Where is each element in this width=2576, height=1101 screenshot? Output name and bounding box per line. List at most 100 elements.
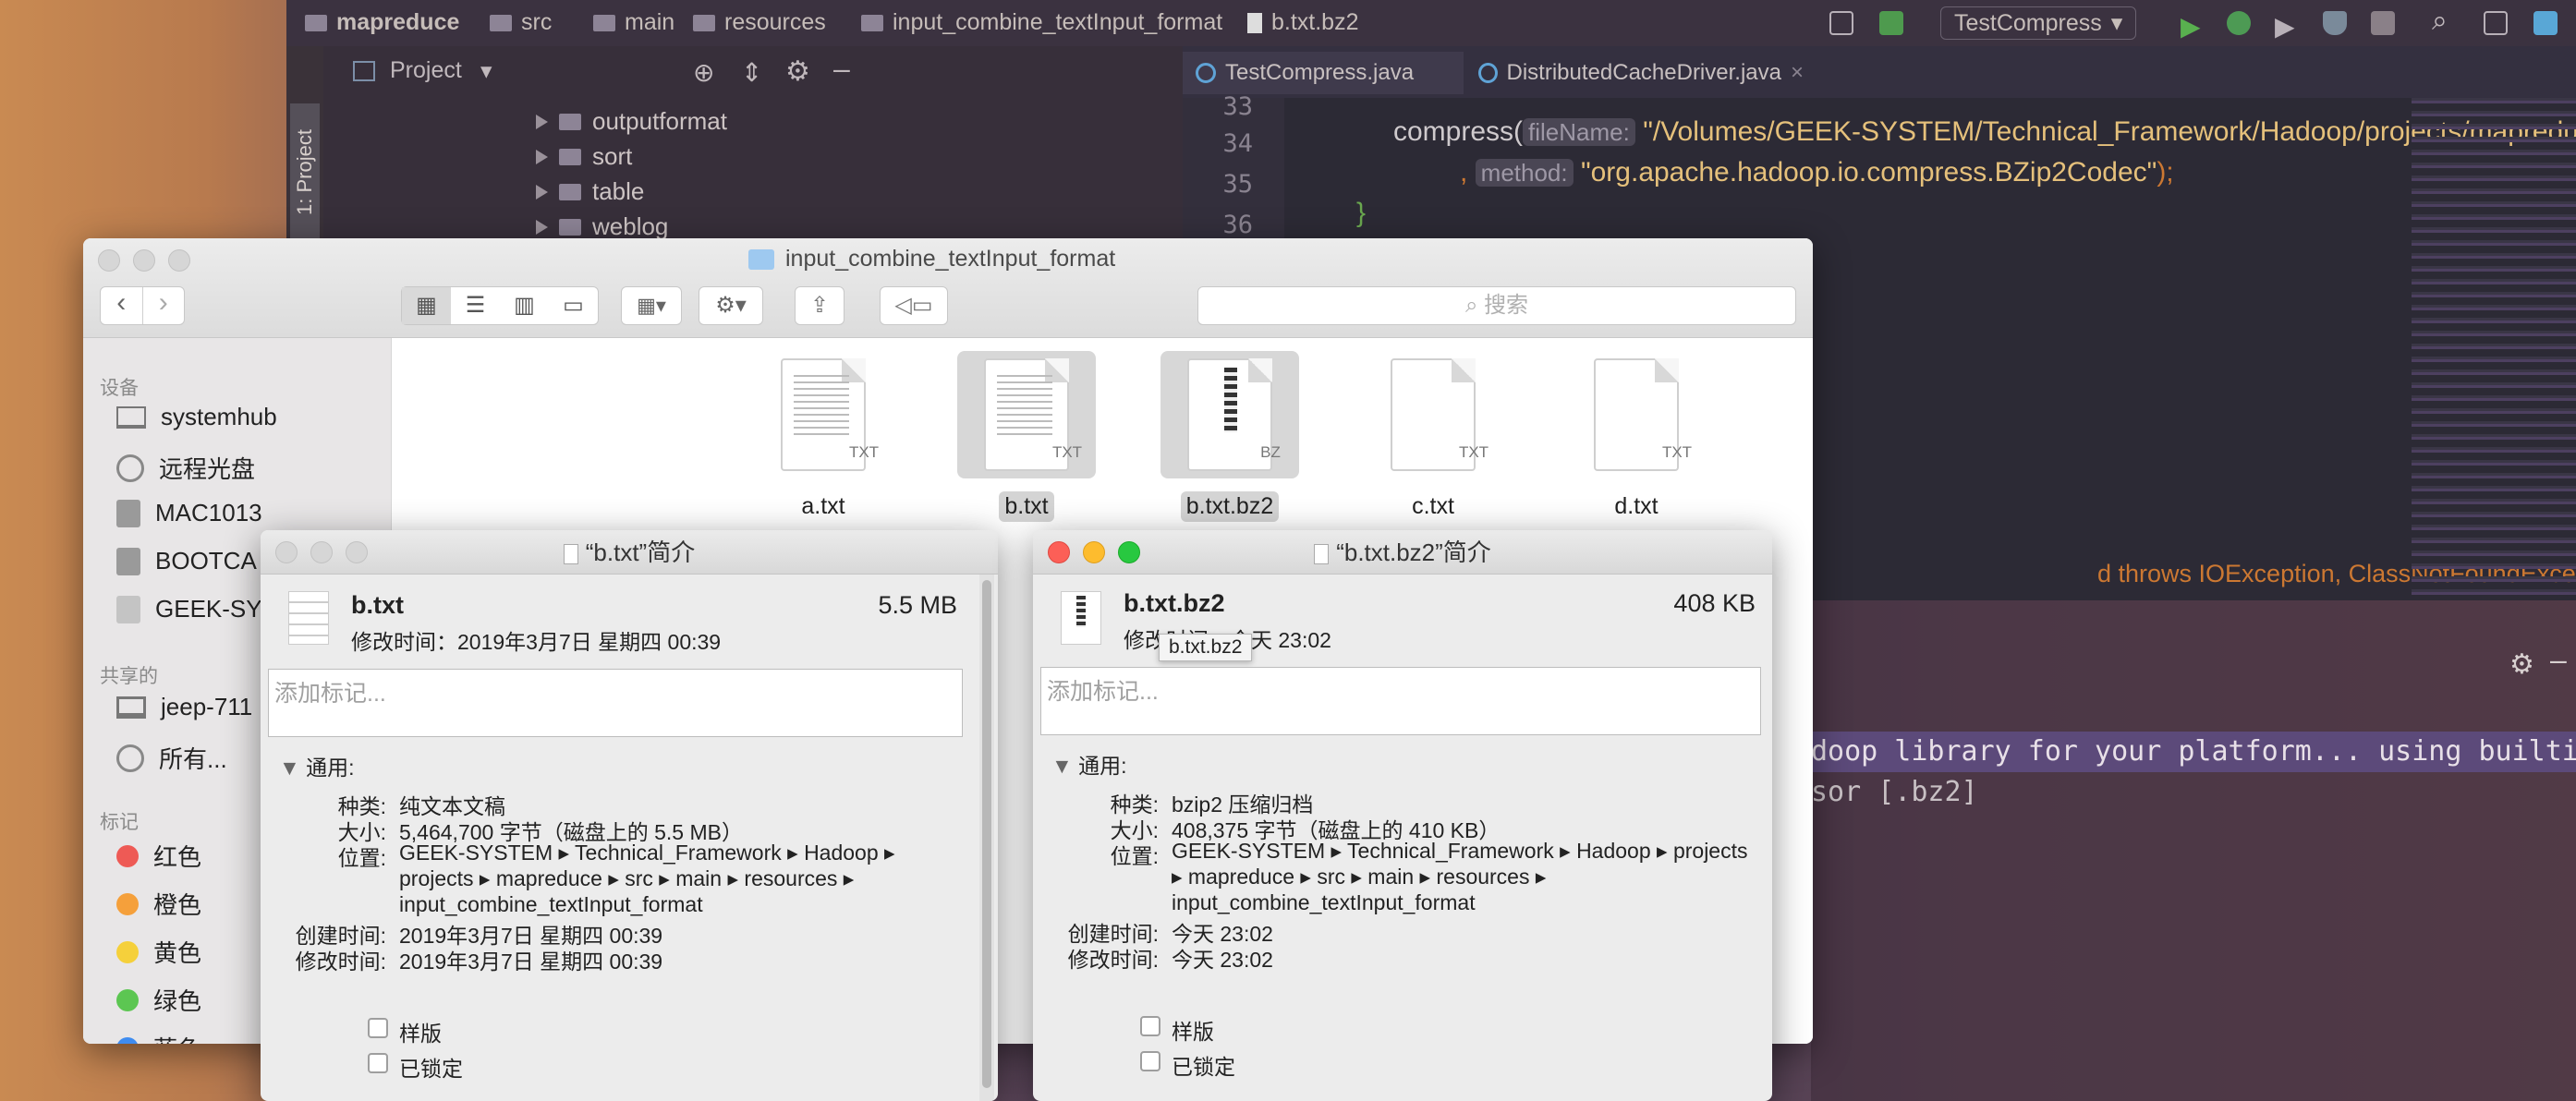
build-icon[interactable] bbox=[1879, 11, 1903, 35]
finder-title-label: input_combine_textInput_format bbox=[785, 246, 1116, 272]
sidebar-tag-green[interactable]: 绿色 bbox=[116, 983, 201, 1017]
scrollbar-thumb[interactable] bbox=[982, 580, 991, 1088]
minimize-icon[interactable]: – bbox=[833, 52, 850, 86]
zoom-button[interactable] bbox=[346, 541, 368, 563]
tree-item-outputformat[interactable]: outputformat bbox=[536, 107, 727, 136]
sidebar-tag-blue[interactable]: 蓝色 bbox=[116, 1031, 201, 1044]
sidebar-item-geek-system[interactable]: GEEK-SY bbox=[116, 595, 262, 623]
sidebar-item-systemhub[interactable]: systemhub bbox=[116, 403, 277, 431]
breadcrumb-resources[interactable]: resources bbox=[693, 9, 826, 36]
tag-input[interactable]: 添加标记... bbox=[268, 669, 963, 737]
chevron-down-icon[interactable]: ▾ bbox=[480, 57, 492, 85]
file-item-bz2[interactable]: BZ b.txt.bz2 bbox=[1160, 351, 1299, 522]
sidebar-item-mac1013[interactable]: MAC1013 bbox=[116, 499, 262, 527]
text-file-icon: TXT bbox=[1594, 358, 1692, 471]
tree-item-weblog[interactable]: weblog bbox=[536, 212, 668, 241]
info-titlebar: “b.txt”简介 bbox=[261, 530, 998, 575]
forward-button[interactable]: › bbox=[143, 287, 185, 324]
file-item-a[interactable]: TXT a.txt bbox=[754, 351, 893, 522]
breadcrumb-mapreduce[interactable]: mapreduce bbox=[305, 9, 459, 36]
run-config-select[interactable]: TestCompress ▾ bbox=[1940, 6, 2137, 40]
archive-file-icon bbox=[1061, 591, 1101, 645]
tab-distributedcachedriver[interactable]: DistributedCacheDriver.java × bbox=[1465, 52, 1817, 94]
sidebar-tag-yellow[interactable]: 黄色 bbox=[116, 935, 201, 969]
project-tool-tab[interactable]: 1: Project bbox=[290, 103, 320, 242]
locked-label: 已锁定 bbox=[399, 1057, 463, 1081]
locked-checkbox[interactable] bbox=[1140, 1051, 1160, 1071]
line-number: 36 bbox=[1222, 211, 1253, 239]
sidebar-item-label: 蓝色 bbox=[153, 1031, 201, 1044]
locked-checkbox[interactable] bbox=[368, 1053, 388, 1073]
code-minimap[interactable] bbox=[2412, 98, 2576, 600]
section-general[interactable]: ▼ 通用: bbox=[279, 750, 355, 781]
tag-dot-icon bbox=[116, 988, 139, 1011]
file-item-d[interactable]: TXT d.txt bbox=[1567, 351, 1706, 522]
sidebar-heading-devices: 设备 bbox=[100, 378, 139, 399]
file-name: a.txt bbox=[801, 493, 845, 519]
close-icon[interactable]: × bbox=[1791, 60, 1804, 86]
tree-item-sort[interactable]: sort bbox=[536, 142, 632, 171]
sidebar-item-all[interactable]: 所有... bbox=[116, 741, 227, 775]
gear-icon[interactable]: ⚙ bbox=[2509, 648, 2534, 681]
action-gear-button[interactable]: ⚙▾ bbox=[699, 286, 763, 325]
section-general[interactable]: ▼ 通用: bbox=[1051, 748, 1127, 780]
sidebar-tag-orange[interactable]: 橙色 bbox=[116, 887, 201, 921]
debug-icon[interactable] bbox=[2227, 11, 2251, 35]
share-button[interactable]: ⇪ bbox=[795, 286, 844, 325]
file-thumb: TXT bbox=[754, 351, 893, 478]
minimize-button[interactable] bbox=[133, 249, 155, 272]
gallery-view-icon[interactable]: ▭ bbox=[549, 287, 598, 324]
stop-icon[interactable] bbox=[2371, 11, 2395, 35]
sidebar-item-jeep[interactable]: jeep-711 bbox=[116, 693, 252, 721]
breadcrumb-main[interactable]: main bbox=[593, 9, 674, 36]
code-string: "org.apache.hadoop.io.compress.BZip2Code… bbox=[1580, 157, 2157, 188]
scrollbar[interactable] bbox=[979, 575, 994, 1101]
breadcrumb-src[interactable]: src bbox=[490, 9, 552, 36]
close-button[interactable] bbox=[1048, 541, 1070, 563]
collapse-icon[interactable]: ⇕ bbox=[741, 57, 762, 88]
crosshair-icon[interactable]: ⊕ bbox=[693, 57, 714, 88]
folder-icon bbox=[490, 14, 512, 31]
tree-item-table[interactable]: table bbox=[536, 177, 644, 206]
profile-icon[interactable] bbox=[2323, 11, 2347, 35]
tab-testcompress[interactable]: TestCompress.java bbox=[1183, 52, 1464, 94]
gear-icon[interactable]: ⚙ bbox=[785, 55, 810, 88]
breadcrumb-folder[interactable]: input_combine_textInput_format bbox=[861, 9, 1222, 36]
structure-icon[interactable] bbox=[2484, 11, 2508, 35]
sidebar-item-remote-disc[interactable]: 远程光盘 bbox=[116, 451, 255, 485]
sidebar-tag-red[interactable]: 红色 bbox=[116, 839, 201, 873]
list-view-icon[interactable]: ☰ bbox=[451, 287, 500, 324]
assistant-icon[interactable] bbox=[2533, 11, 2558, 35]
stationery-checkbox[interactable] bbox=[368, 1018, 388, 1038]
section-label: 通用: bbox=[1078, 754, 1127, 778]
tag-button[interactable]: ◁▭ bbox=[880, 286, 948, 325]
run-icon[interactable]: ▶ bbox=[2181, 11, 2205, 41]
breadcrumb-file[interactable]: b.txt.bz2 bbox=[1247, 9, 1359, 36]
close-button[interactable] bbox=[98, 249, 120, 272]
search-icon[interactable]: ⌕ bbox=[2432, 6, 2456, 36]
stationery-checkbox[interactable] bbox=[1140, 1016, 1160, 1036]
project-view-select[interactable]: Project bbox=[390, 57, 462, 84]
back-button[interactable]: ‹ bbox=[101, 287, 143, 324]
zoom-button[interactable] bbox=[1118, 541, 1140, 563]
search-field[interactable]: ⌕ 搜索 bbox=[1197, 286, 1796, 325]
layout-icon[interactable] bbox=[1829, 11, 1853, 35]
minimize-button[interactable] bbox=[1083, 541, 1105, 563]
icon-view-icon[interactable]: ▦ bbox=[402, 287, 451, 324]
tag-dot-icon bbox=[116, 940, 139, 963]
breadcrumb-label: b.txt.bz2 bbox=[1271, 9, 1359, 35]
tag-input[interactable]: 添加标记... bbox=[1040, 667, 1761, 735]
file-thumb: BZ bbox=[1160, 351, 1299, 478]
text-file-icon bbox=[288, 591, 329, 645]
column-view-icon[interactable]: ▥ bbox=[500, 287, 549, 324]
sidebar-item-bootcamp[interactable]: BOOTCA bbox=[116, 547, 257, 575]
minimize-button[interactable] bbox=[310, 541, 333, 563]
zoom-button[interactable] bbox=[168, 249, 190, 272]
close-button[interactable] bbox=[275, 541, 298, 563]
minimize-icon[interactable]: – bbox=[2550, 643, 2567, 677]
info-modified-line: 修改时间：2019年3月7日 星期四 00:39 bbox=[351, 630, 722, 654]
group-menu-button[interactable]: ▦▾ bbox=[621, 286, 682, 325]
file-item-c[interactable]: TXT c.txt bbox=[1364, 351, 1502, 522]
file-item-b[interactable]: TXT b.txt bbox=[957, 351, 1096, 522]
coverage-icon[interactable]: ▶ bbox=[2275, 11, 2299, 41]
